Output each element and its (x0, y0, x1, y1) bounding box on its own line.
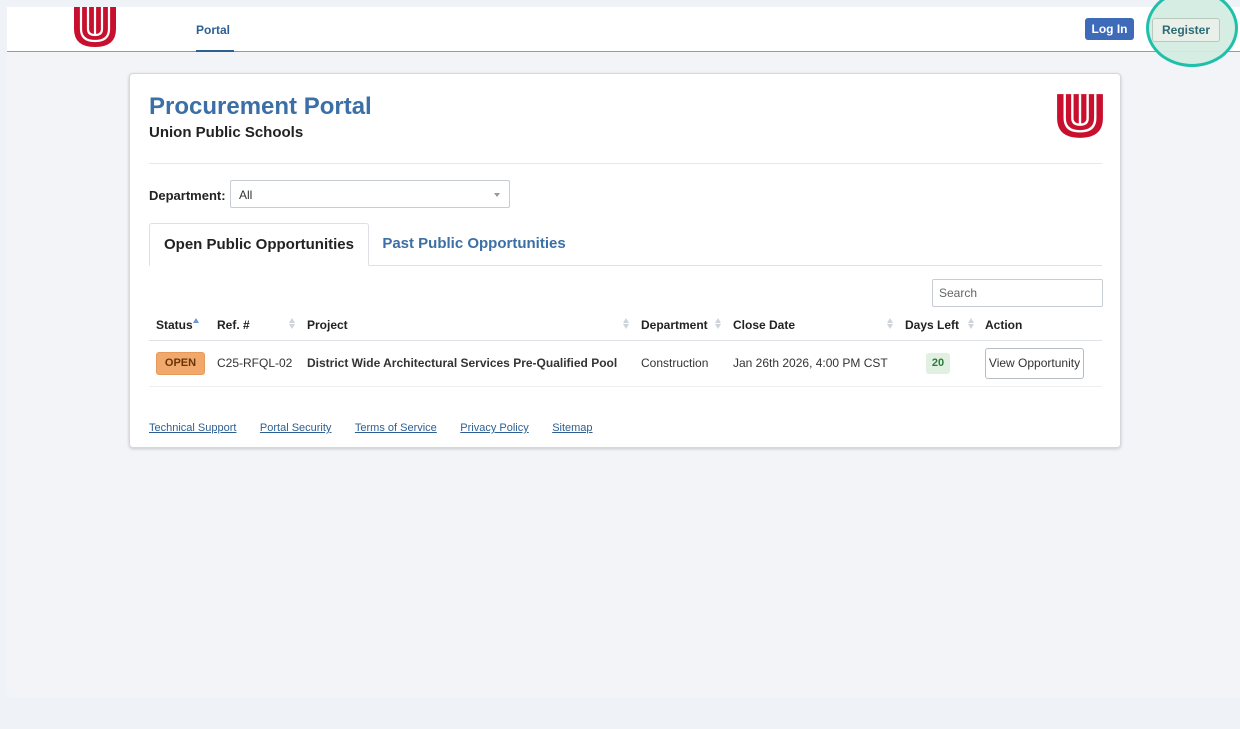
status-badge: OPEN (156, 351, 205, 375)
chevron-down-icon (494, 193, 500, 197)
sort-arrows-icon (289, 318, 296, 330)
tab-open-opportunities[interactable]: Open Public Opportunities (149, 223, 369, 266)
top-navbar: Portal Log In (7, 7, 1240, 52)
column-header-ref[interactable]: Ref. # (210, 310, 300, 341)
table-row: OPEN C25-RFQL-02 District Wide Architect… (149, 340, 1102, 387)
opportunities-table: Status Ref. # Project Department Close D… (149, 310, 1102, 387)
column-header-status[interactable]: Status (149, 310, 210, 341)
page-title: Procurement Portal (149, 93, 372, 120)
app-window: Portal Log In Register Procurement Porta… (7, 0, 1240, 697)
ref-cell: C25-RFQL-02 (210, 340, 300, 387)
department-cell: Construction (634, 340, 726, 387)
active-tab-indicator (196, 50, 234, 52)
column-header-label: Project (307, 317, 348, 332)
footer-link-portal-security[interactable]: Portal Security (260, 422, 332, 434)
column-header-close-date[interactable]: Close Date (726, 310, 898, 341)
nav-tab-portal[interactable]: Portal (196, 7, 234, 52)
action-cell: View Opportunity (978, 340, 1102, 387)
footer-link-terms-of-service[interactable]: Terms of Service (355, 422, 437, 434)
footer-links: Technical Support Portal Security Terms … (149, 418, 612, 436)
sort-arrows-icon (968, 318, 975, 330)
register-button[interactable]: Register (1152, 18, 1220, 42)
sort-ascending-icon (193, 318, 200, 330)
union-logo-large (1057, 94, 1103, 138)
department-label: Department: (149, 188, 226, 203)
tab-past-opportunities[interactable]: Past Public Opportunities (369, 223, 579, 266)
login-button[interactable]: Log In (1085, 18, 1134, 40)
header-divider (149, 163, 1102, 164)
column-header-label: Ref. # (217, 317, 250, 332)
sort-arrows-icon (887, 318, 894, 330)
column-header-department[interactable]: Department (634, 310, 726, 341)
union-logo[interactable] (73, 7, 117, 47)
table-header-row: Status Ref. # Project Department Close D… (149, 310, 1102, 341)
days-left-cell: 20 (898, 340, 978, 387)
close-date-cell: Jan 26th 2026, 4:00 PM CST (726, 340, 898, 387)
days-left-badge: 20 (926, 352, 950, 374)
column-header-label: Days Left (905, 317, 960, 332)
sort-arrows-icon (623, 318, 630, 330)
nav-tab-label: Portal (196, 23, 231, 37)
department-select[interactable]: All (230, 180, 510, 208)
column-header-days-left[interactable]: Days Left (898, 310, 978, 341)
column-header-label: Action (985, 317, 1023, 332)
column-header-label: Department (641, 317, 708, 332)
status-cell: OPEN (149, 340, 210, 387)
sort-arrows-icon (715, 318, 722, 330)
footer-link-technical-support[interactable]: Technical Support (149, 422, 236, 434)
project-cell: District Wide Architectural Services Pre… (300, 340, 634, 387)
column-header-label: Status (156, 317, 193, 332)
column-header-action: Action (978, 310, 1102, 341)
search-input[interactable] (932, 279, 1103, 307)
page-subtitle: Union Public Schools (149, 124, 304, 141)
department-select-value: All (239, 188, 253, 202)
footer-link-sitemap[interactable]: Sitemap (552, 422, 592, 434)
view-opportunity-button[interactable]: View Opportunity (985, 347, 1084, 379)
procurement-card: Procurement Portal Union Public Schools … (129, 73, 1121, 448)
column-header-label: Close Date (733, 317, 796, 332)
footer-link-privacy-policy[interactable]: Privacy Policy (460, 422, 528, 434)
column-header-project[interactable]: Project (300, 310, 634, 341)
